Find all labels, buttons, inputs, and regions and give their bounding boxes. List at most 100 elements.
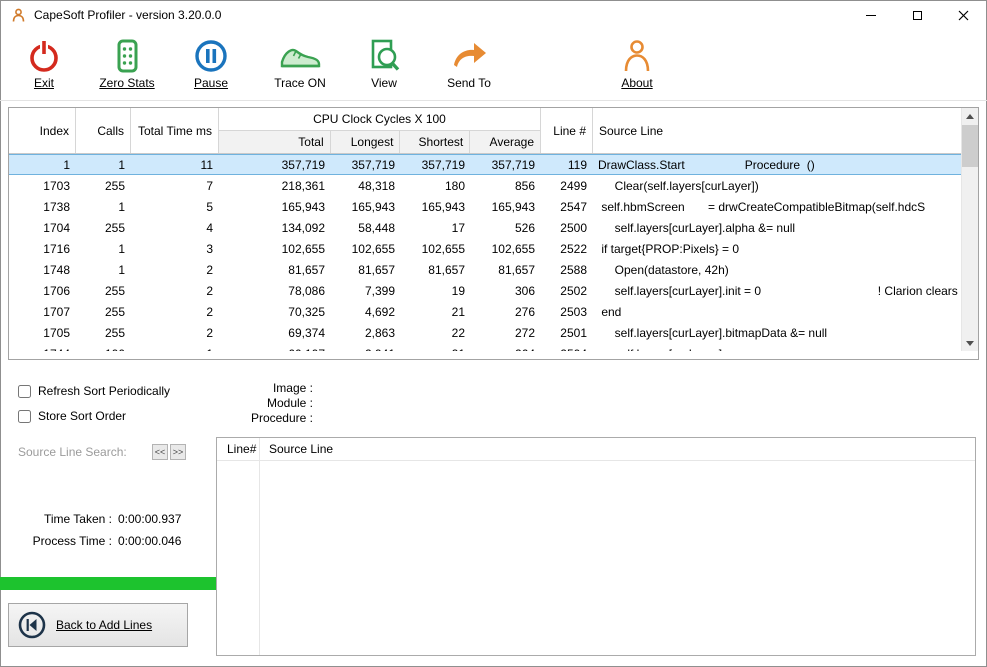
cell-line: 119 [541,158,593,172]
back-button-label: Back to Add Lines [56,618,152,632]
column-header-total-time[interactable]: Total Time ms [131,108,219,153]
back-to-add-lines-button[interactable]: Back to Add Lines [8,603,188,647]
toolbar-view-button[interactable]: View [342,32,426,96]
cell-index: 1705 [9,326,76,340]
column-header-average[interactable]: Average [470,131,540,153]
column-header-total[interactable]: Total [219,131,331,153]
cell-source: Clear(self.layers[curLayer]) [593,179,961,193]
cell-total: 69,374 [219,326,331,340]
table-row[interactable]: 17032557218,36148,3181808562499 Clear(se… [9,175,961,196]
maximize-icon [913,11,922,20]
table-row[interactable]: 1707255270,3254,692212762503 end [9,301,961,322]
scroll-down-button[interactable] [962,335,978,351]
toolbar-zero-stats-button[interactable]: Zero Stats [85,32,169,96]
detail-labels: Image : Module : Procedure : [225,381,313,426]
table-row[interactable]: 173815165,943165,943165,943165,9432547 s… [9,196,961,217]
cell-longest: 7,399 [331,284,401,298]
cell-line: 2501 [541,326,593,340]
column-header-longest[interactable]: Longest [331,131,401,153]
table-row[interactable]: 17481281,65781,65781,65781,6572588 Open(… [9,259,961,280]
cell-calls: 1 [76,242,131,256]
cell-average: 856 [471,179,541,193]
cell-calls: 255 [76,179,131,193]
minimize-icon [866,15,876,16]
scrollbar-thumb[interactable] [962,125,978,167]
store-sort-label: Store Sort Order [38,409,126,423]
cell-line: 2588 [541,263,593,277]
process-time-value: 0:00:00.046 [118,534,181,548]
maximize-button[interactable] [894,1,940,30]
cell-index: 1706 [9,284,76,298]
toolbar-about-button[interactable]: About [595,32,679,96]
cell-shortest: 165,943 [401,200,471,214]
cell-average: 306 [471,284,541,298]
close-icon [958,10,969,21]
toolbar-send-to-button[interactable]: Send To [427,32,511,96]
cell-longest: 58,448 [331,221,401,235]
cell-calls: 255 [76,284,131,298]
cell-longest: 81,657 [331,263,401,277]
cell-index: 1748 [9,263,76,277]
cell-time: 3 [131,242,219,256]
cpu-cycles-group-title: CPU Clock Cycles X 100 [219,108,540,131]
cell-source: self.layers[curLayer].init = 0 ! Clarion… [593,284,961,298]
column-header-calls[interactable]: Calls [76,108,131,153]
toolbar-exit-button[interactable]: Exit [2,32,86,96]
cell-calls: 255 [76,326,131,340]
toolbar-pause-label: Pause [194,76,228,90]
store-sort-checkbox[interactable] [18,410,31,423]
titlebar: CapeSoft Profiler - version 3.20.0.0 [0,0,987,30]
exit-power-icon [2,32,86,74]
cell-total: 134,092 [219,221,331,235]
cell-shortest: 19 [401,284,471,298]
cell-calls: 255 [76,221,131,235]
search-prev-button[interactable]: << [152,444,168,460]
column-header-source[interactable]: Source Line [593,108,961,153]
column-header-shortest[interactable]: Shortest [400,131,470,153]
grid-body: 1111357,719357,719357,719357,719119DrawC… [9,154,961,351]
scroll-up-button[interactable] [962,108,978,124]
table-row[interactable]: 17042554134,09258,448175262500 self.laye… [9,217,961,238]
table-row[interactable]: 1111357,719357,719357,719357,719119DrawC… [9,154,961,175]
cell-shortest: 102,655 [401,242,471,256]
cell-average: 272 [471,326,541,340]
cell-calls: 255 [76,305,131,319]
cell-longest: 48,318 [331,179,401,193]
panel-line-header: Line# [217,442,259,456]
cell-shortest: 21 [401,305,471,319]
column-header-line[interactable]: Line # [541,108,593,153]
cell-source: self.layers[curLayer].alpha &= null [593,221,961,235]
toolbar-zero-stats-label: Zero Stats [99,76,154,90]
refresh-sort-checkbox[interactable] [18,385,31,398]
table-row[interactable]: 171613102,655102,655102,655102,6552522 i… [9,238,961,259]
cell-shortest: 81,657 [401,263,471,277]
pause-icon [169,32,253,74]
cell-total: 70,325 [219,305,331,319]
search-next-button[interactable]: >> [170,444,186,460]
toolbar-trace-button[interactable]: Trace ON [258,32,342,96]
cell-line: 2502 [541,284,593,298]
cell-source: DrawClass.Start Procedure () [593,158,961,172]
vertical-scrollbar[interactable] [961,108,978,351]
cell-longest: 2,863 [331,326,401,340]
close-button[interactable] [940,1,986,30]
time-taken-row: Time Taken : 0:00:00.937 [0,508,218,530]
table-row[interactable]: 1706255278,0867,399193062502 self.layers… [9,280,961,301]
cell-total: 357,719 [219,158,331,172]
horizontal-scroll-area[interactable] [9,351,961,359]
toolbar-pause-button[interactable]: Pause [169,32,253,96]
table-row[interactable]: 1705255269,3742,863222722501 self.layers… [9,322,961,343]
window-controls [848,1,986,30]
window-title: CapeSoft Profiler - version 3.20.0.0 [34,8,221,22]
source-lines-panel: Line# Source Line [216,437,976,656]
table-row[interactable]: 1744100160,1072,941212642504 self.layers… [9,343,961,351]
panel-column-divider [259,438,260,655]
minimize-button[interactable] [848,1,894,30]
cpu-cycles-subheaders: Total Longest Shortest Average [219,131,540,153]
view-magnifier-icon [342,32,426,74]
procedure-label: Procedure : [225,411,313,426]
column-header-index[interactable]: Index [9,108,76,153]
cell-line: 2522 [541,242,593,256]
profiler-table: Index Calls Total Time ms CPU Clock Cycl… [8,107,979,360]
app-icon[interactable] [10,7,26,23]
